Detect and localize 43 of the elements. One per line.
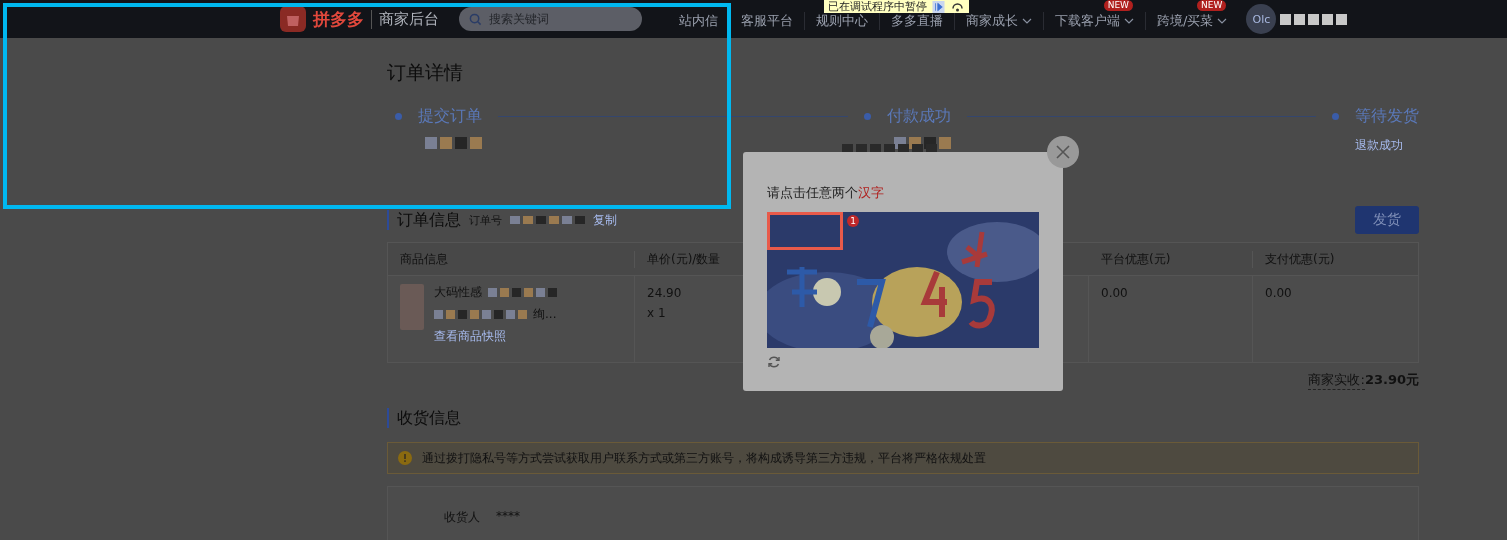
table-cell: 0.00 — [1101, 286, 1128, 300]
page-title: 订单详情 — [387, 60, 464, 85]
avatar[interactable]: Olc — [1246, 4, 1277, 34]
blurred-username — [1280, 13, 1348, 25]
nav-link[interactable]: 跨境/买菜 — [1145, 12, 1239, 30]
step-label: 付款成功 — [886, 106, 951, 127]
new-badge: NEW — [1103, 0, 1133, 11]
step-label: 等待发货 — [1355, 106, 1419, 127]
quantity: x 1 — [647, 306, 667, 320]
unit-price: 24.90 — [647, 286, 683, 300]
step-dot — [395, 113, 402, 120]
section-title: 收货信息 — [397, 407, 461, 429]
debugger-text: 已在调试程序中暂停 — [828, 0, 927, 14]
chevron-down-icon — [1217, 18, 1228, 24]
close-button[interactable] — [1047, 136, 1079, 168]
resume-icon[interactable] — [931, 0, 946, 13]
step-dot — [863, 113, 871, 120]
blurred-product-text — [488, 288, 557, 297]
nav-link[interactable]: 下载客户端 — [1043, 12, 1145, 30]
product-photo-placeholder — [400, 284, 424, 330]
chevron-down-icon — [1022, 18, 1032, 24]
ship-button[interactable]: 发货 — [1355, 206, 1419, 234]
step-label: 提交订单 — [418, 106, 482, 127]
refresh-icon[interactable] — [767, 355, 781, 369]
step-status: 退款成功 — [1354, 137, 1404, 154]
warning-icon — [398, 451, 412, 465]
site-title: 商家后台 — [371, 9, 439, 29]
table-cell: 0.00 — [1265, 286, 1292, 300]
product-name-end: 绚... — [533, 306, 557, 323]
field-value: **** — [496, 509, 520, 525]
income-amount: 23.90元 — [1364, 371, 1419, 389]
shopping-bag-icon — [279, 5, 307, 33]
chevron-down-icon — [1124, 18, 1134, 24]
snapshot-link[interactable]: 查看商品快照 — [434, 328, 557, 345]
brand-name: 拼多多 — [313, 7, 364, 31]
new-badge: NEW — [1197, 0, 1227, 11]
captcha-prompt: 请点击任意两个汉字 — [767, 184, 885, 202]
step-dot — [1332, 113, 1339, 120]
step-over-icon[interactable] — [950, 0, 965, 13]
nav-link[interactable]: 站内信 — [668, 12, 729, 30]
copy-link[interactable]: 复制 — [593, 211, 617, 229]
section-title: 订单信息 — [397, 209, 461, 231]
close-icon — [1055, 144, 1071, 160]
